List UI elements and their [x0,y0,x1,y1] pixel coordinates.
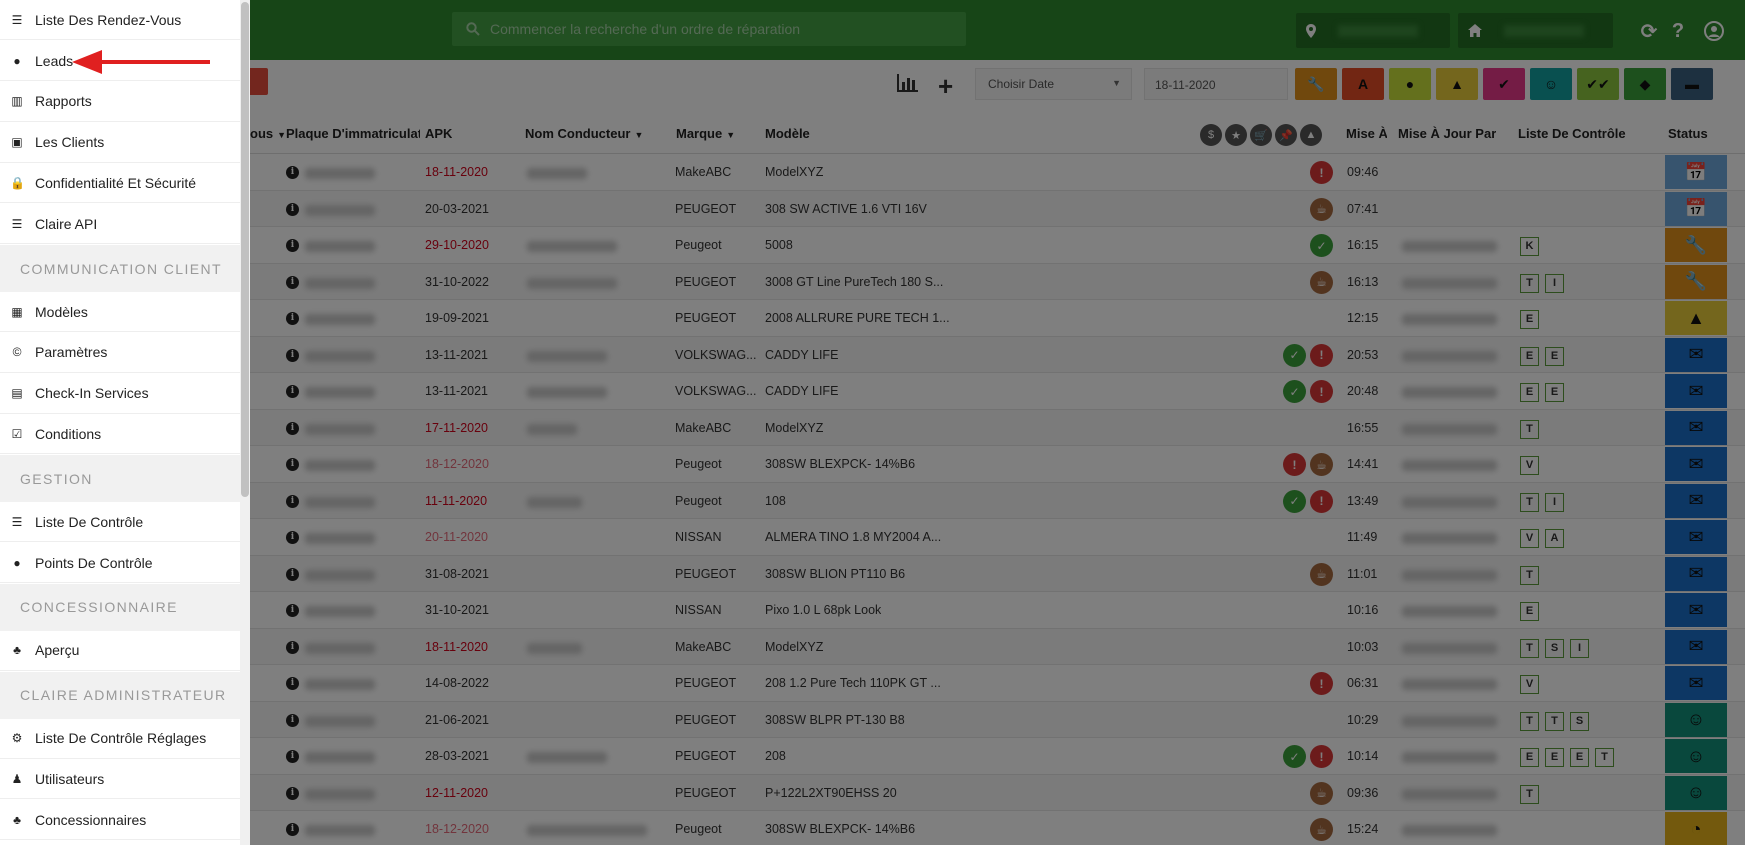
sidebar-item-liste-de-contr-le-r-glages[interactable]: ⚙ Liste De Contrôle Réglages [0,719,240,759]
red-annotation-arrow [72,50,210,74]
dim-overlay[interactable] [0,0,1745,845]
sidebar-item-liste-de-contr-le[interactable]: ☰ Liste De Contrôle [0,502,240,543]
sidebar-item-check-in-services[interactable]: ▤ Check-In Services [0,374,240,414]
checkbox-icon: ☑ [11,426,23,441]
sitemap-icon: ♣ [13,643,21,658]
sidebar-item-liste-des-rendez-vous[interactable]: ☰ Liste Des Rendez-Vous [0,0,240,40]
sidebar-item-label: Claire API [35,215,98,232]
sidebar-item-aper-u[interactable]: ♣ Aperçu [0,631,240,671]
sidebar-item-label: Liste Des Rendez-Vous [35,11,182,28]
sidebar-item-label: Liste De Contrôle [35,513,144,530]
sidebar-item-label: Confidentialité Et Sécurité [35,174,197,191]
scrollbar-thumb[interactable] [241,2,249,497]
sidebar-item-label: Conditions [35,425,102,442]
clock-icon: ● [13,53,21,68]
sidebar-item-conditions[interactable]: ☑ Conditions [0,414,240,455]
list-icon: ☰ [11,12,23,27]
sidebar-item-label: Leads [35,52,74,69]
users-icon: ♟ [11,771,23,786]
sidebar-item-label: Aperçu [35,642,80,659]
cogs-icon: ⚙ [11,731,23,746]
sidebar-item-label: Modèles [35,303,88,320]
sidebar-item-label: Points De Contrôle [35,554,153,571]
server-icon: ☰ [11,216,23,231]
sidebar-section-header: COMMUNICATION CLIENT [0,245,240,292]
cc-icon: © [12,345,22,360]
sidebar-section-header: CLAIRE ADMINISTRATEUR [0,671,240,719]
sidebar-item-concessionnaires[interactable]: ♣ Concessionnaires [0,800,240,841]
sidebar-item-label: Les Clients [35,134,105,151]
sitemap-icon: ♣ [13,812,21,827]
sidebar-item-label: Rapports [35,93,92,110]
sidebar-item-label: Liste De Contrôle Réglages [35,730,207,747]
sidebar-item-claire-api[interactable]: ☰ Claire API [0,204,240,245]
sidebar-item-label: Utilisateurs [35,770,105,787]
sidebar-item-label: Check-In Services [35,385,149,402]
sidebar-section-header: CONCESSIONNAIRE [0,583,240,631]
film-icon: ▦ [11,304,23,319]
sidebar-menu: ☰ Liste Des Rendez-Vous ● Leads ▥ Rapports ▣ Le… [0,0,250,845]
bar-chart-icon: ▥ [11,94,23,109]
table-icon: ▤ [11,386,23,401]
sidebar-item-utilisateurs[interactable]: ♟ Utilisateurs [0,759,240,800]
comment-icon: ● [13,555,21,570]
sidebar-item-param-tres[interactable]: © Paramètres [0,333,240,373]
list-ul-icon: ☰ [11,514,23,529]
sidebar-item-mod-les[interactable]: ▦ Modèles [0,292,240,332]
lock-icon: 🔒 [10,175,25,190]
id-card-icon: ▣ [11,135,23,150]
sidebar-section-header: GESTION [0,455,240,503]
sidebar-item-rapports[interactable]: ▥ Rapports [0,82,240,122]
sidebar-item-confidentialit-et-s-curit[interactable]: 🔒 Confidentialité Et Sécurité [0,163,240,204]
sidebar-item-label: Concessionnaires [35,811,147,828]
sidebar-item-label: Paramètres [35,344,108,361]
sidebar-item-points-de-contr-le[interactable]: ● Points De Contrôle [0,543,240,583]
sidebar-item-les-clients[interactable]: ▣ Les Clients [0,123,240,163]
sidebar-scrollbar[interactable] [240,0,250,845]
